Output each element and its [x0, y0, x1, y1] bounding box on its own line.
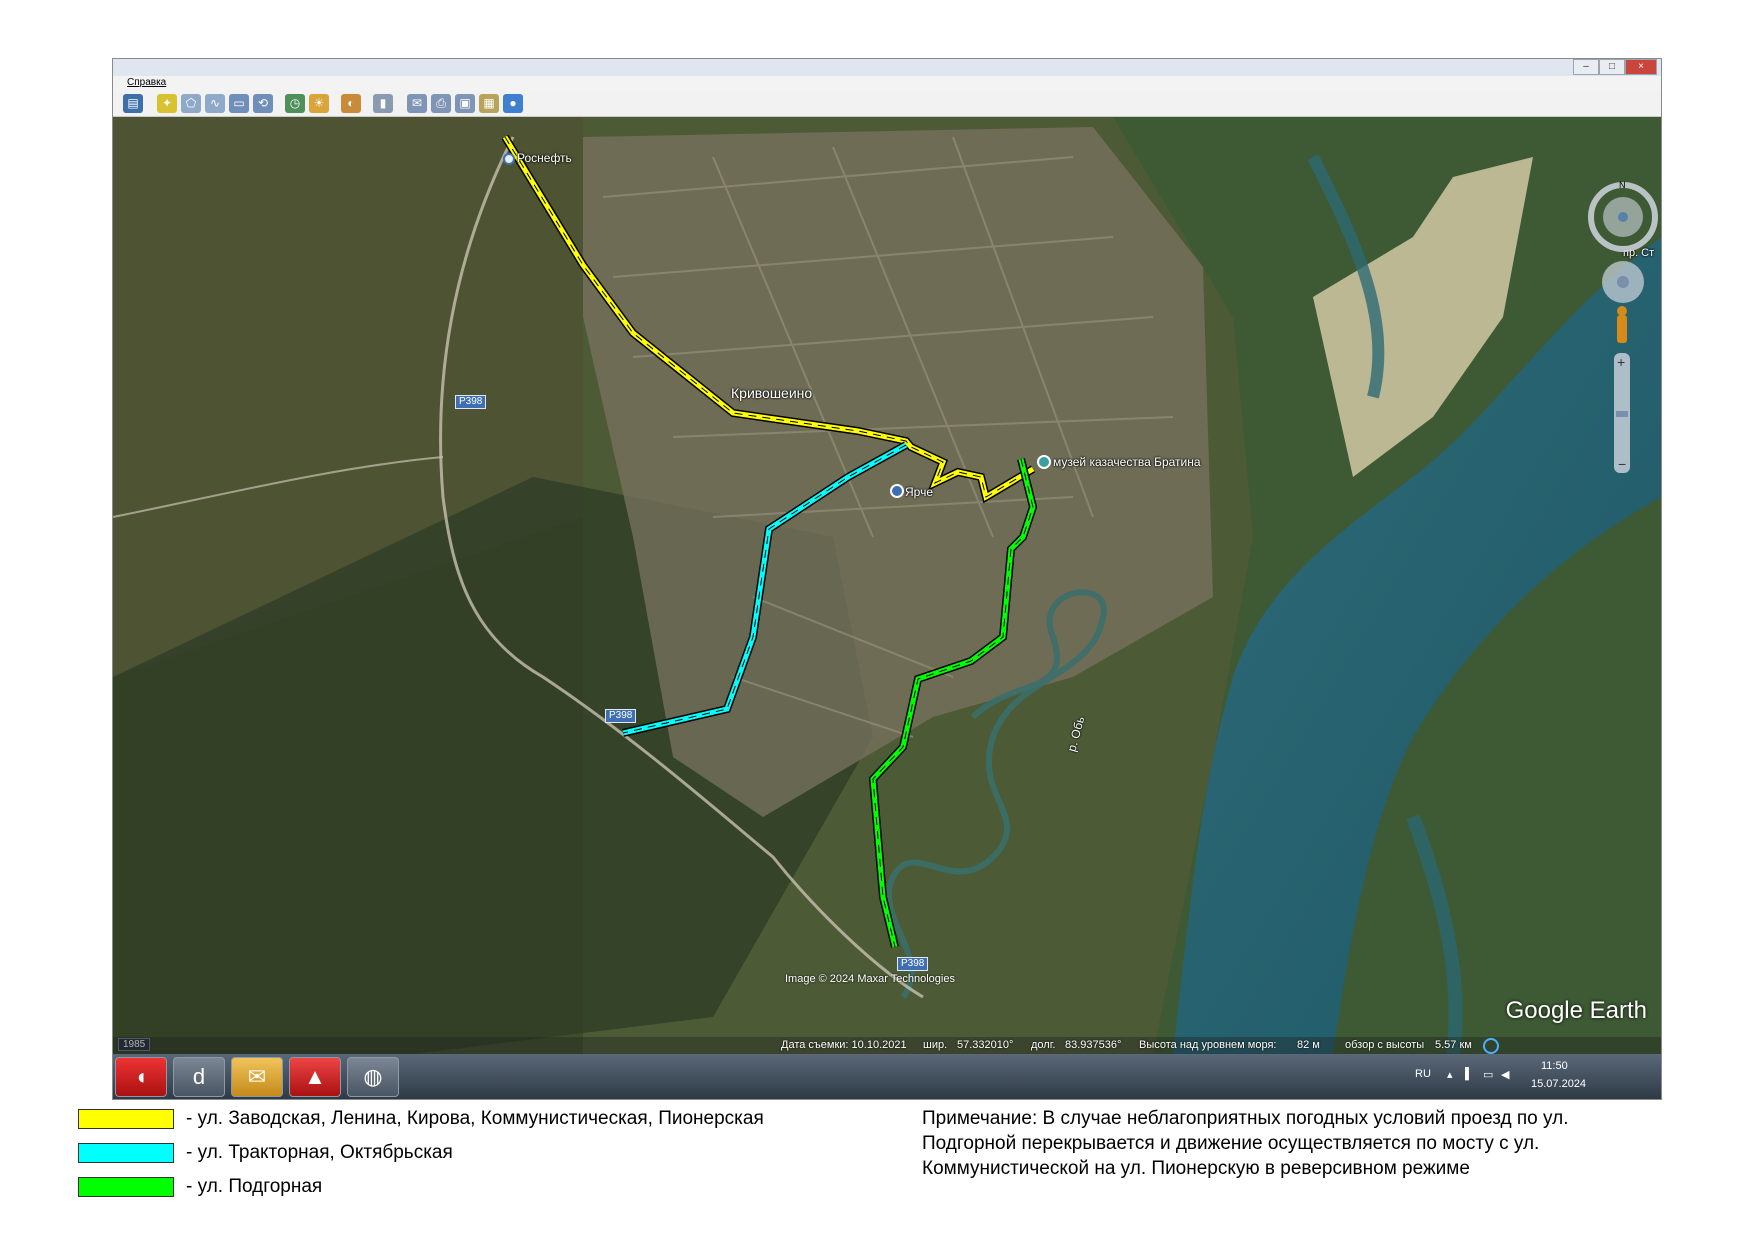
- add-overlay-icon[interactable]: ▭: [229, 94, 249, 113]
- zoom-out-icon[interactable]: −: [1618, 456, 1626, 472]
- toolbar: ▤ ✦ ⬠ ∿ ▭ ⟲ ◷ ☀ ◐ ▮ ✉ ⎙ ▣ ▦ ●: [113, 91, 1661, 117]
- print-icon[interactable]: ⎙: [431, 94, 451, 113]
- windows-taskbar: ◖ d ✉ ▲ ◍ RU ▴ ▌ ▭ ◀ 11:50 15.07.2024: [113, 1054, 1661, 1099]
- longitude-label: долг.: [1031, 1039, 1056, 1051]
- legend-text: - ул. Тракторная, Октябрьская: [186, 1142, 453, 1163]
- tray-arrow-icon[interactable]: ▴: [1447, 1068, 1453, 1081]
- imagery-credit: Image © 2024 Maxar Technologies: [785, 973, 955, 985]
- volume-icon[interactable]: ◀: [1501, 1068, 1509, 1081]
- sky-icon[interactable]: ●: [503, 94, 523, 113]
- view-in-maps-icon[interactable]: ▦: [479, 94, 499, 113]
- close-button[interactable]: ×: [1625, 59, 1657, 75]
- label-rosneft: Роснефть: [517, 151, 572, 165]
- elevation-label: Высота над уровнем моря:: [1139, 1039, 1277, 1051]
- imagery-date: Дата съемки: 10.10.2021: [781, 1039, 907, 1051]
- legend-swatch: [78, 1177, 174, 1197]
- add-path-icon[interactable]: ∿: [205, 94, 225, 113]
- legend-text: - ул. Подгорная: [186, 1176, 323, 1197]
- hand-icon: [1617, 276, 1629, 288]
- eye-icon: [1618, 212, 1628, 222]
- planets-icon[interactable]: ◐: [341, 94, 361, 113]
- zoom-thumb[interactable]: [1616, 411, 1628, 417]
- minimize-button[interactable]: –: [1573, 59, 1599, 75]
- language-indicator[interactable]: RU: [1415, 1068, 1431, 1080]
- legend: - ул. Заводская, Ленина, Кирова, Коммуни…: [78, 1108, 878, 1228]
- pegman-head-icon: [1617, 306, 1627, 316]
- yarche-pin-icon[interactable]: [890, 484, 904, 498]
- sunlight-icon[interactable]: ☀: [309, 94, 329, 113]
- app-google-earth-pro-icon[interactable]: ◍: [347, 1057, 399, 1097]
- note-line: Коммунистической на ул. Пионерскую в рев…: [922, 1158, 1470, 1179]
- north-indicator-icon: N: [1619, 180, 1626, 190]
- elevation-value: 82 м: [1297, 1039, 1320, 1051]
- status-bar: Дата съемки: 10.10.2021 шир. 57.332010° …: [113, 1037, 1661, 1054]
- road-tag-p398: Р398: [455, 395, 487, 409]
- road-tag-p398: Р398: [897, 957, 929, 971]
- ruler-icon[interactable]: ▮: [373, 94, 393, 113]
- app-red-icon[interactable]: ◖: [115, 1057, 167, 1097]
- label-yarche: Ярче: [905, 485, 934, 499]
- note-line: Примечание: В случае неблагоприятных пог…: [922, 1108, 1569, 1129]
- label-museum: музей казачества Братина: [1053, 455, 1201, 469]
- menu-bar: Справка: [113, 76, 1661, 91]
- road-tag-p398: Р398: [605, 709, 637, 723]
- monitor-icon[interactable]: ▭: [1483, 1068, 1493, 1081]
- note-line: Подгорной перекрывается и движение осуще…: [922, 1133, 1540, 1154]
- streaming-progress-icon: [1483, 1038, 1499, 1054]
- rosneft-pin-icon[interactable]: [503, 153, 515, 165]
- eye-altitude-value: 5.57 км: [1435, 1039, 1472, 1051]
- label-town: Кривошеино: [731, 385, 813, 401]
- latitude-value: 57.332010°: [957, 1039, 1014, 1051]
- zoom-in-icon[interactable]: +: [1617, 354, 1625, 370]
- app-autocad-icon[interactable]: ▲: [289, 1057, 341, 1097]
- app-d-icon[interactable]: d: [173, 1057, 225, 1097]
- network-icon[interactable]: ▌: [1465, 1068, 1473, 1080]
- app-mail-icon[interactable]: ✉: [231, 1057, 283, 1097]
- legend-swatch: [78, 1143, 174, 1163]
- clock-time[interactable]: 11:50: [1541, 1060, 1568, 1072]
- navigation-controls: N + −: [1588, 180, 1658, 473]
- longitude-value: 83.937536°: [1065, 1039, 1122, 1051]
- record-tour-icon[interactable]: ⟲: [253, 94, 273, 113]
- maximize-button[interactable]: □: [1599, 59, 1625, 75]
- note-text: Примечание: В случае неблагоприятных пог…: [922, 1106, 1662, 1181]
- satellite-map-view[interactable]: Роснефть Кривошеино музей казачества Бра…: [113, 117, 1661, 1054]
- google-earth-window: – □ × Справка ▤ ✦ ⬠ ∿ ▭ ⟲ ◷ ☀ ◐ ▮ ✉ ⎙ ▣ …: [112, 58, 1662, 1100]
- street-view-pegman-icon[interactable]: [1617, 315, 1627, 343]
- save-image-icon[interactable]: ▣: [455, 94, 475, 113]
- clock-date[interactable]: 15.07.2024: [1531, 1078, 1586, 1090]
- email-icon[interactable]: ✉: [407, 94, 427, 113]
- google-earth-logo: Google Earth: [1505, 997, 1647, 1024]
- add-placemark-icon[interactable]: ✦: [157, 94, 177, 113]
- title-bar: – □ ×: [113, 59, 1661, 76]
- historical-imagery-icon[interactable]: ◷: [285, 94, 305, 113]
- system-tray: RU ▴ ▌ ▭ ◀ 11:50 15.07.2024: [1403, 1058, 1653, 1096]
- satellite-imagery: [113, 117, 1661, 1054]
- legend-swatch: [78, 1109, 174, 1129]
- menu-help[interactable]: Справка: [127, 77, 166, 88]
- sidebar-toggle-icon[interactable]: ▤: [123, 94, 143, 113]
- museum-pin-icon[interactable]: [1037, 455, 1051, 469]
- eye-altitude-label: обзор с высоты: [1345, 1039, 1425, 1051]
- add-polygon-icon[interactable]: ⬠: [181, 94, 201, 113]
- legend-text: - ул. Заводская, Ленина, Кирова, Коммуни…: [186, 1108, 764, 1129]
- latitude-label: шир.: [923, 1039, 948, 1051]
